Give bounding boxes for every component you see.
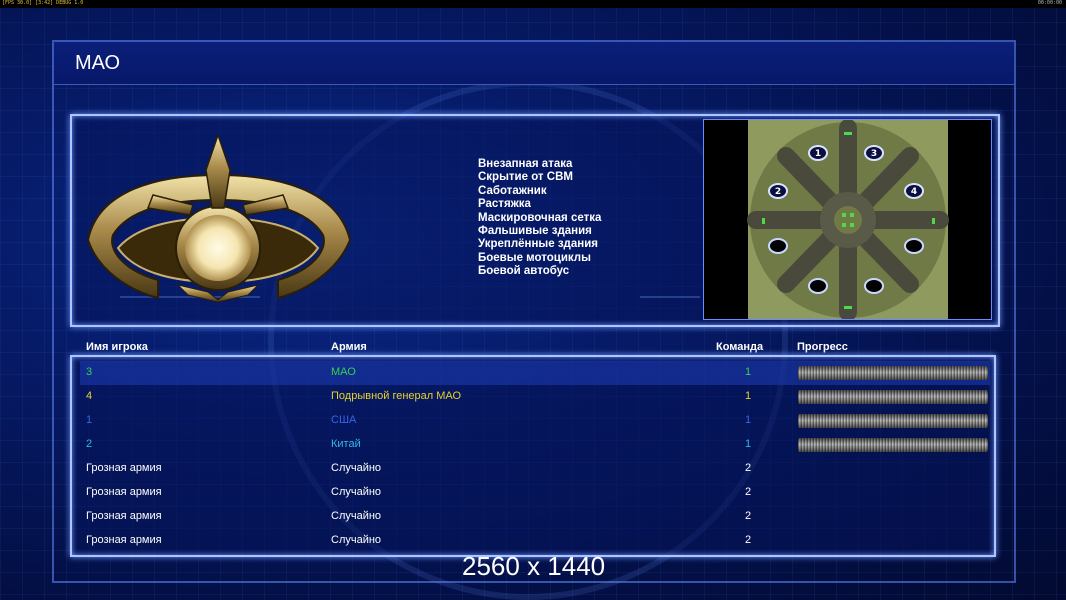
deco-line-right	[640, 296, 700, 298]
player-team: 2	[745, 534, 752, 546]
player-progress-bar	[798, 414, 988, 428]
map-slot-label: 4	[911, 187, 917, 197]
player-row[interactable]: 1 США 1	[80, 409, 990, 433]
map-image: 1 3 2 4	[704, 120, 991, 319]
player-name: Грозная армия	[86, 510, 162, 522]
player-army: Случайно	[331, 462, 382, 474]
debug-bar: [FPS 30.0] [3:42] DEBUG 1.0 00:00:00	[0, 0, 1066, 8]
player-army: Случайно	[331, 510, 382, 522]
player-team: 2	[745, 462, 752, 474]
player-army: Подрывной генерал МАО	[331, 390, 462, 402]
map-preview: 1 3 2 4	[703, 119, 992, 320]
player-progress-bar	[798, 366, 988, 380]
map-slot-label: 1	[815, 149, 821, 159]
player-name: Грозная армия	[86, 534, 162, 546]
player-row[interactable]: Грозная армия Случайно 2	[80, 505, 990, 529]
player-row[interactable]: Грозная армия Случайно 2	[80, 457, 990, 481]
ability-item: Боевые мотоциклы	[478, 251, 591, 264]
ability-item: Фальшивые здания	[478, 225, 592, 238]
ability-item: Скрытие от СВМ	[478, 171, 573, 184]
player-team: 2	[745, 510, 752, 522]
player-progress-bar	[798, 438, 988, 452]
ability-item: Растяжка	[478, 198, 531, 211]
player-army: Случайно	[331, 534, 382, 546]
ability-item: Саботажник	[478, 184, 547, 197]
player-row[interactable]: 4 Подрывной генерал МАО 1	[80, 385, 990, 409]
ability-item: Укреплённые здания	[478, 238, 598, 251]
faction-emblem-icon	[86, 132, 352, 303]
player-row[interactable]: 2 Китай 1	[80, 433, 990, 457]
player-name: 2	[86, 438, 93, 450]
ability-item: Боевой автобус	[478, 265, 570, 278]
column-header-team: Команда	[716, 341, 764, 353]
player-team: 1	[745, 390, 752, 402]
player-army: Китай	[331, 438, 361, 450]
player-team: 1	[745, 438, 752, 450]
player-army: США	[331, 414, 357, 426]
debug-text-right: 00:00:00	[1037, 0, 1062, 6]
player-row[interactable]: Грозная армия Случайно 2	[80, 481, 990, 505]
ability-item: Маскировочная сетка	[478, 211, 602, 224]
player-team: 2	[745, 486, 752, 498]
player-team: 1	[745, 414, 752, 426]
page-title: МАО	[75, 52, 121, 74]
ability-item: Внезапная атака	[478, 158, 573, 170]
column-header-name: Имя игрока	[86, 341, 148, 353]
player-army: Случайно	[331, 486, 382, 498]
player-name: 3	[86, 366, 93, 378]
column-header-army: Армия	[331, 341, 367, 353]
map-slot-label: 3	[871, 149, 877, 159]
player-army: МАО	[331, 366, 356, 378]
player-name: 1	[86, 414, 93, 426]
player-name: Грозная армия	[86, 462, 162, 474]
column-header-progress: Прогресс	[797, 341, 848, 353]
ability-list: Внезапная атака Скрытие от СВМ Саботажни…	[478, 158, 601, 279]
player-progress-bar	[798, 390, 988, 404]
player-team: 1	[745, 366, 752, 378]
map-slot-label: 2	[775, 187, 781, 197]
resolution-label: 2560 x 1440	[462, 551, 606, 581]
player-row[interactable]: 3 МАО 1	[80, 361, 990, 385]
player-row[interactable]: Грозная армия Случайно 2	[80, 529, 990, 553]
debug-text-left: [FPS 30.0] [3:42] DEBUG 1.0	[2, 0, 84, 6]
player-name: Грозная армия	[86, 486, 162, 498]
header-bar	[54, 42, 1014, 85]
player-name: 4	[86, 390, 93, 402]
